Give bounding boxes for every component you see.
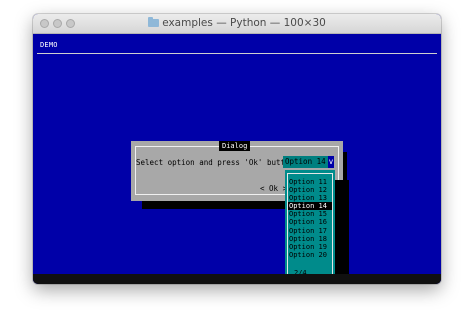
title-bar[interactable]: examples — Python — 100×30 bbox=[33, 14, 441, 34]
dialog-title: Dialog bbox=[219, 141, 251, 151]
terminal-screen: DEMO Dialog Select option and press 'Ok'… bbox=[33, 34, 441, 284]
dropdown-option[interactable]: Option 20 bbox=[288, 251, 332, 259]
terminal-window: examples — Python — 100×30 DEMO Dialog S… bbox=[33, 14, 441, 284]
screen-label: DEMO bbox=[40, 41, 58, 49]
dropdown-option[interactable]: Option 16 bbox=[288, 218, 332, 226]
dropdown-option[interactable]: Option 12 bbox=[288, 186, 332, 194]
dropdown-option[interactable]: Option 11 bbox=[288, 178, 332, 186]
dropdown-option-selected[interactable]: Option 14 bbox=[288, 202, 332, 211]
window-title-text: examples — Python — 100×30 bbox=[162, 17, 326, 29]
select-arrow-icon[interactable]: v bbox=[328, 156, 334, 168]
dialog-prompt: Select option and press 'Ok' button: bbox=[136, 158, 299, 167]
ok-button[interactable]: < Ok > bbox=[260, 184, 287, 193]
window-title: examples — Python — 100×30 bbox=[33, 17, 441, 29]
option-dropdown: Option 11 Option 12 Option 13 Option 14 … bbox=[285, 170, 335, 278]
header-divider bbox=[37, 53, 437, 54]
dropdown-option[interactable]: Option 19 bbox=[288, 243, 332, 251]
dropdown-option[interactable]: Option 17 bbox=[288, 227, 332, 235]
dropdown-option[interactable]: Option 18 bbox=[288, 235, 332, 243]
terminal-bottom-bar bbox=[33, 274, 441, 284]
dropdown-list: Option 11 Option 12 Option 13 Option 14 … bbox=[288, 178, 332, 259]
dropdown-option[interactable]: Option 15 bbox=[288, 210, 332, 218]
option-select[interactable]: Option 14 bbox=[283, 156, 328, 168]
folder-icon bbox=[148, 17, 160, 27]
dropdown-option[interactable]: Option 13 bbox=[288, 194, 332, 202]
